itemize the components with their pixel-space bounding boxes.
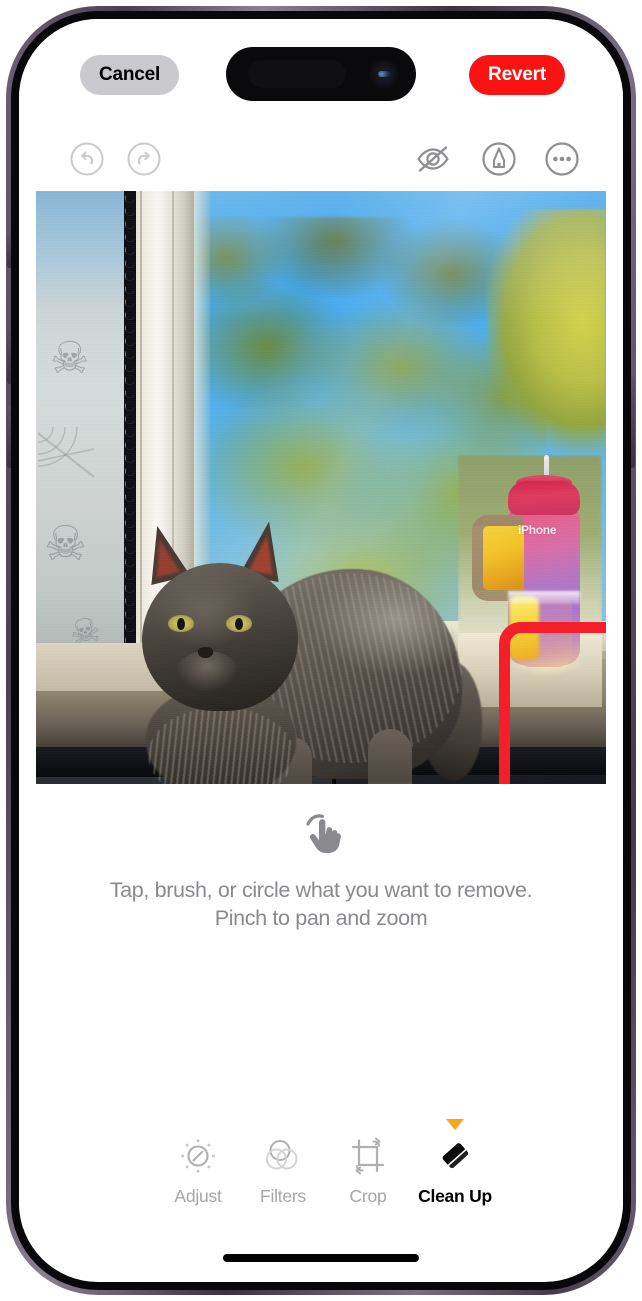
spiderweb-motif-icon bbox=[38, 427, 94, 483]
cat-left-pupil bbox=[177, 618, 185, 630]
edit-mode-bar: Adjust Filters Crop Clean Up bbox=[19, 1116, 623, 1228]
tumbler-handle bbox=[472, 515, 539, 660]
more-options-icon[interactable] bbox=[540, 137, 584, 181]
cat-subject bbox=[120, 511, 482, 784]
eraser-icon bbox=[400, 1132, 510, 1180]
markup-pen-icon[interactable] bbox=[477, 137, 521, 181]
front-camera-icon bbox=[369, 59, 399, 89]
phone-screen: Cancel Revert ☠ ☠ ☠ iPhone Tap, brush, o… bbox=[19, 19, 623, 1282]
mode-cleanup[interactable]: Clean Up bbox=[400, 1119, 510, 1207]
tap-hand-icon bbox=[294, 806, 348, 860]
skull-print-curtain: ☠ ☠ ☠ bbox=[36, 191, 132, 661]
cat-right-pupil bbox=[235, 618, 243, 630]
home-indicator[interactable] bbox=[223, 1254, 419, 1262]
edit-tools-bar bbox=[19, 127, 623, 191]
tumbler-highlight-band bbox=[508, 591, 580, 604]
mode-cleanup-label: Clean Up bbox=[418, 1186, 492, 1206]
skull-motif-icon: ☠ bbox=[50, 334, 90, 383]
redo-icon[interactable] bbox=[122, 137, 166, 181]
active-mode-indicator-triangle bbox=[446, 1119, 464, 1130]
instruction-line-2: Pinch to pan and zoom bbox=[214, 906, 428, 930]
dynamic-island[interactable] bbox=[226, 47, 416, 101]
tumbler-handle-glow bbox=[509, 596, 539, 660]
cat-back-leg bbox=[368, 729, 412, 784]
photo-editing-canvas[interactable]: ☠ ☠ ☠ iPhone bbox=[36, 191, 606, 784]
tumbler-lid bbox=[508, 481, 580, 515]
earpiece-speaker bbox=[248, 60, 346, 88]
curtain-light-bleed bbox=[36, 191, 132, 309]
cat-nose bbox=[198, 647, 213, 658]
skull-motif-icon: ☠ bbox=[44, 518, 88, 571]
tumbler-object: iPhone bbox=[458, 455, 602, 707]
undo-icon[interactable] bbox=[65, 137, 109, 181]
instruction-area: Tap, brush, or circle what you want to r… bbox=[19, 784, 623, 954]
eye-slash-icon[interactable] bbox=[411, 137, 455, 181]
revert-button[interactable]: Revert bbox=[469, 55, 565, 95]
instruction-line-1: Tap, brush, or circle what you want to r… bbox=[109, 878, 533, 902]
tumbler-logo-text: iPhone bbox=[518, 523, 557, 537]
cancel-button[interactable]: Cancel bbox=[80, 55, 180, 95]
